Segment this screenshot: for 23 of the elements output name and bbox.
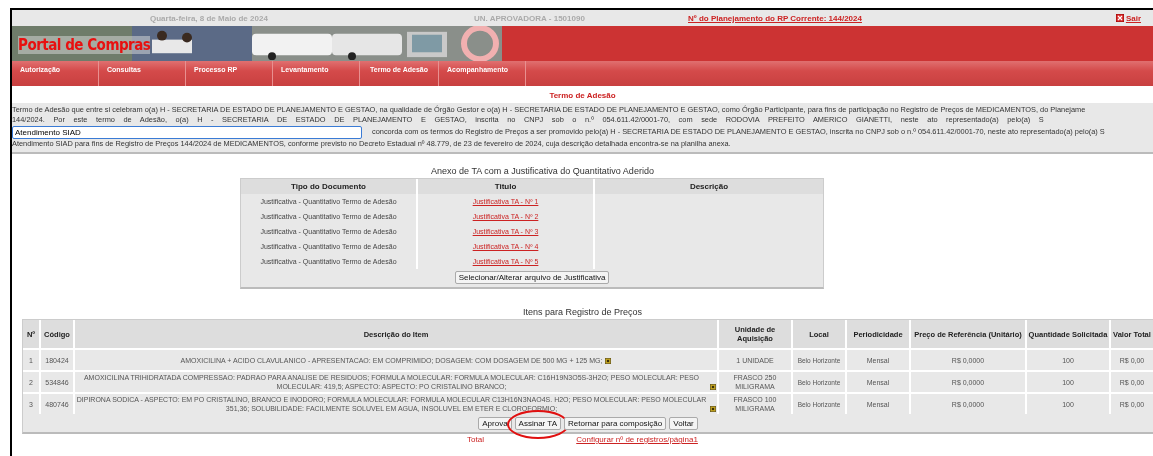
column-header: Descrição <box>594 179 823 194</box>
items-caption: Itens para Registro de Preços <box>521 307 644 317</box>
config-link[interactable]: Configurar nº de registros/página1 <box>576 435 698 444</box>
annex-caption: Anexo de TA com a Justificativa do Quantitativo Aderido <box>430 166 655 176</box>
page-title: Termo de Adesão <box>548 91 617 100</box>
select-file-button[interactable]: Selecionar/Alterar arquivo de Justificativa <box>454 271 610 284</box>
representative-field[interactable]: Atendimento SIAD <box>12 125 362 139</box>
action-button[interactable]: Assinar TA <box>514 417 561 430</box>
action-button[interactable]: Aprova <box>478 417 512 430</box>
plan-link[interactable]: Nº do Planejamento do RP Corrente: 144/2024 <box>688 13 862 23</box>
exit-link[interactable]: Sair <box>1125 13 1141 23</box>
date-text: Quarta-feira, 8 de Maio de 2024 <box>150 13 269 23</box>
column-header: Tipo do Documento <box>241 179 417 194</box>
portal-logo: Portal de Compras <box>18 36 151 54</box>
unit-text: UN. APROVADORA - 1501090 <box>474 13 586 23</box>
action-button[interactable]: Retornar para composição <box>564 417 667 430</box>
detail-icon[interactable] <box>710 384 716 390</box>
close-icon[interactable] <box>1115 14 1124 22</box>
action-button[interactable]: Voltar <box>669 417 698 430</box>
total-text: Total <box>467 435 484 444</box>
detail-icon[interactable] <box>710 406 716 412</box>
column-header: Titulo <box>417 179 594 194</box>
detail-icon[interactable] <box>605 357 612 364</box>
